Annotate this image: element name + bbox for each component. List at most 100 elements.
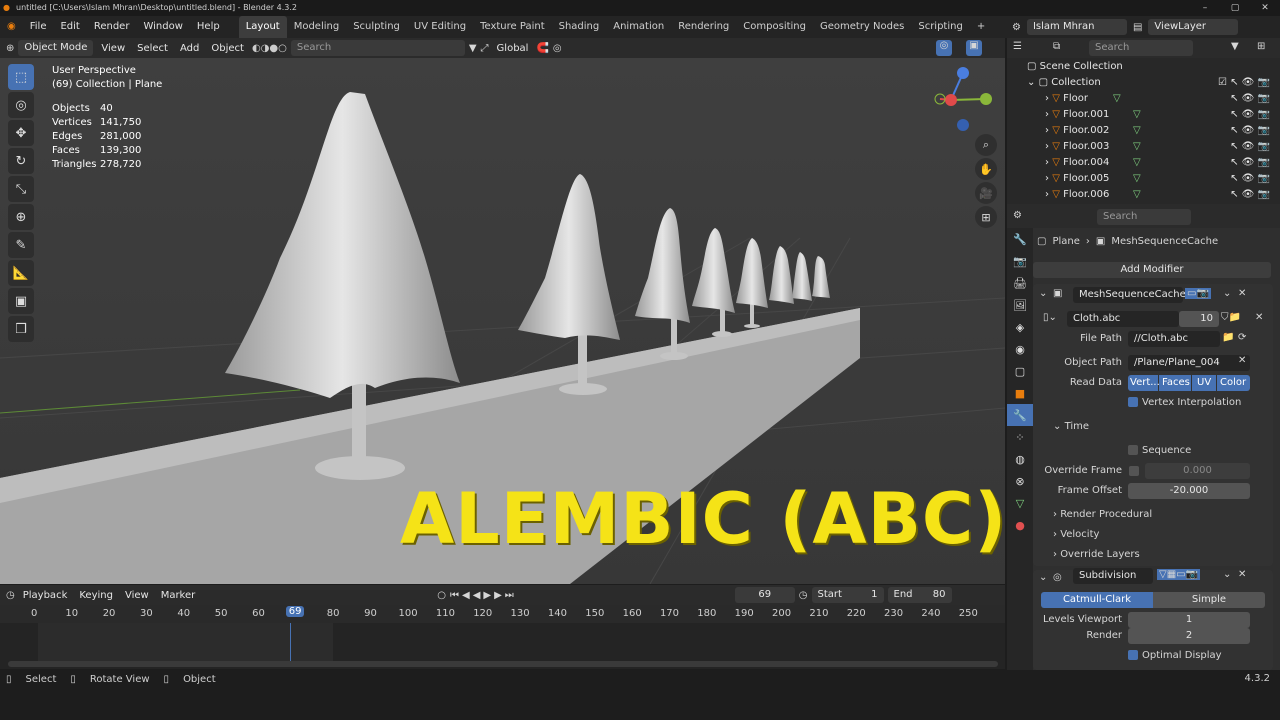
tab-compositing[interactable]: Compositing	[736, 16, 813, 38]
mode-dropdown[interactable]: Object Mode	[18, 40, 94, 56]
visibility-icons[interactable]: ↖ 👁 📷	[1230, 139, 1270, 155]
display-mode-icon[interactable]: ⧉	[1053, 41, 1060, 52]
clear-icon[interactable]: ✕	[1238, 355, 1246, 366]
chevron-down-icon[interactable]: ⌄	[1027, 77, 1035, 88]
read-faces-toggle[interactable]: Faces	[1159, 375, 1191, 391]
chevron-right-icon[interactable]: ›	[1053, 549, 1057, 560]
list-item[interactable]: › ▽ Floor ▽ ↖ 👁 📷	[1007, 91, 1280, 107]
viewport-search[interactable]: Search	[290, 40, 465, 56]
menu-object[interactable]: Object	[207, 43, 248, 54]
snap-icon[interactable]: 🧲	[536, 43, 548, 54]
frame-offset-field[interactable]: -20.000	[1128, 483, 1250, 499]
vertex-interpolation-checkbox[interactable]: Vertex Interpolation	[1128, 395, 1241, 411]
data-tab-icon[interactable]: ▽	[1007, 492, 1033, 514]
xray-icon[interactable]: ▣	[966, 40, 982, 56]
object-path-field[interactable]: /Plane/Plane_004	[1128, 355, 1250, 371]
filter-icon[interactable]: ▼	[1231, 41, 1239, 52]
orientation-icon[interactable]: ⤢	[481, 43, 489, 54]
list-item[interactable]: › ▽ Floor.005 ▽ ↖ 👁 📷	[1007, 171, 1280, 187]
current-frame-marker[interactable]: 69	[285, 606, 305, 617]
material-tab-icon[interactable]: ●	[1007, 514, 1033, 536]
modifier-name-field[interactable]: Subdivision	[1073, 568, 1153, 584]
collection-row[interactable]: ⌄ ▢ Collection ☑ ↖ 👁 📷	[1007, 75, 1280, 91]
unlink-icon[interactable]: ✕	[1255, 312, 1263, 323]
world-tab-icon[interactable]: ◉	[1007, 338, 1033, 360]
add-modifier-button[interactable]: Add Modifier	[1033, 262, 1271, 278]
start-frame-field[interactable]: Start 1	[811, 587, 884, 603]
visibility-icons[interactable]: ↖ 👁 📷	[1230, 187, 1270, 203]
viewlayer-icon[interactable]: ▤	[1133, 22, 1142, 33]
proportional-edit-icon[interactable]: ◎	[553, 43, 562, 54]
chevron-right-icon[interactable]: ›	[1053, 509, 1057, 520]
simple-button[interactable]: Simple	[1153, 592, 1265, 608]
constraints-tab-icon[interactable]: ⊗	[1007, 470, 1033, 492]
menu-keying[interactable]: Keying	[75, 590, 117, 601]
read-uv-toggle[interactable]: UV	[1192, 375, 1216, 391]
editor-type-icon[interactable]: ◷	[6, 590, 15, 601]
new-collection-icon[interactable]: ⊞	[1257, 41, 1265, 52]
auto-key-icon[interactable]: ○	[437, 590, 446, 601]
viewlayer-selector[interactable]: ViewLayer	[1148, 19, 1239, 35]
menu-render[interactable]: Render	[87, 16, 137, 38]
time-subpanel-header[interactable]: ⌄ Time	[1053, 419, 1089, 435]
close-icon[interactable]: ✕	[1250, 0, 1280, 16]
levels-viewport-field[interactable]: 1	[1128, 612, 1250, 628]
list-item[interactable]: › ▽ Floor.006 ▽ ↖ 👁 📷	[1007, 187, 1280, 203]
file-path-field[interactable]: //Cloth.abc	[1128, 331, 1220, 347]
current-frame-field[interactable]: 69	[734, 587, 795, 603]
chevron-right-icon[interactable]: ›	[1053, 529, 1057, 540]
outliner-type-icon[interactable]: ☰	[1013, 41, 1022, 52]
chevron-down-icon[interactable]: ⌄	[1039, 572, 1047, 583]
orientation-dropdown[interactable]: Global	[493, 43, 533, 54]
navigation-gizmo[interactable]	[930, 64, 1000, 134]
show-editmode-icon[interactable]: ▽▦▭📷	[1157, 569, 1201, 580]
view-layer-tab-icon[interactable]: 🖼	[1007, 294, 1033, 316]
chevron-down-icon[interactable]: ⌄	[1223, 288, 1231, 299]
tab-rendering[interactable]: Rendering	[671, 16, 736, 38]
editor-type-icon[interactable]: ⊕	[6, 43, 14, 54]
cache-file-icon[interactable]: ▯⌄	[1043, 312, 1057, 323]
list-item[interactable]: › ▽ Floor.002 ▽ ↖ 👁 📷	[1007, 123, 1280, 139]
add-workspace-icon[interactable]: +	[970, 16, 992, 38]
menu-playback[interactable]: Playback	[19, 590, 72, 601]
chevron-down-icon[interactable]: ⌄	[1223, 569, 1231, 580]
menu-marker[interactable]: Marker	[157, 590, 200, 601]
show-viewport-icon[interactable]: ▭📷	[1185, 288, 1211, 299]
add-object-tool-icon[interactable]: ❒	[8, 316, 34, 342]
visibility-icons[interactable]: ☑ ↖ 👁 📷	[1218, 75, 1270, 91]
perspective-toggle-icon[interactable]: ⊞	[975, 206, 997, 228]
frame-ruler[interactable]: 0 10 20 30 40 50 60 69 80 90 100 110 120 130 140 150 160…	[0, 605, 1005, 623]
catmull-clark-button[interactable]: Catmull-Clark	[1041, 592, 1153, 608]
output-tab-icon[interactable]: 🖨	[1007, 272, 1033, 294]
chevron-right-icon[interactable]: ›	[1045, 157, 1049, 168]
camera-view-icon[interactable]: 🎥	[975, 182, 997, 204]
tab-shading[interactable]: Shading	[552, 16, 607, 38]
menu-view[interactable]: View	[121, 590, 153, 601]
pan-hand-icon[interactable]: ✋	[975, 158, 997, 180]
fake-user-icon[interactable]: ⛉📁	[1221, 312, 1241, 323]
measure-tool-icon[interactable]: 📐	[8, 260, 34, 286]
tab-scripting[interactable]: Scripting	[911, 16, 969, 38]
reload-icon[interactable]: ⟳	[1238, 332, 1246, 343]
scene-selector[interactable]: Islam Mhran	[1026, 19, 1127, 35]
menu-edit[interactable]: Edit	[53, 16, 86, 38]
scene-icon[interactable]: ⚙	[1012, 22, 1021, 33]
read-vertices-toggle[interactable]: Vert...	[1128, 375, 1160, 391]
visibility-icons[interactable]: ↖ 👁 📷	[1230, 107, 1270, 123]
select-box-tool-icon[interactable]: ⬚	[8, 64, 34, 90]
annotate-tool-icon[interactable]: ✎	[8, 232, 34, 258]
shading-modes-icon[interactable]: ◐◑●○	[252, 43, 287, 54]
visibility-icons[interactable]: ↖ 👁 📷	[1230, 123, 1270, 139]
chevron-right-icon[interactable]: ›	[1045, 173, 1049, 184]
object-tab-icon[interactable]: ■	[1007, 382, 1033, 404]
list-item[interactable]: › ▽ Floor.001 ▽ ↖ 👁 📷	[1007, 107, 1280, 123]
properties-search[interactable]: Search	[1097, 209, 1191, 225]
rotate-tool-icon[interactable]: ↻	[8, 148, 34, 174]
modifier-name-field[interactable]: MeshSequenceCache	[1073, 287, 1186, 303]
move-tool-icon[interactable]: ✥	[8, 120, 34, 146]
timeline-scrollbar[interactable]	[8, 661, 998, 667]
checkbox-checked-icon[interactable]	[1128, 397, 1138, 407]
render-procedural-subpanel[interactable]: › Render Procedural	[1053, 507, 1152, 523]
checkbox-checked-icon[interactable]	[1128, 650, 1138, 660]
visibility-icons[interactable]: ↖ 👁 📷	[1230, 155, 1270, 171]
